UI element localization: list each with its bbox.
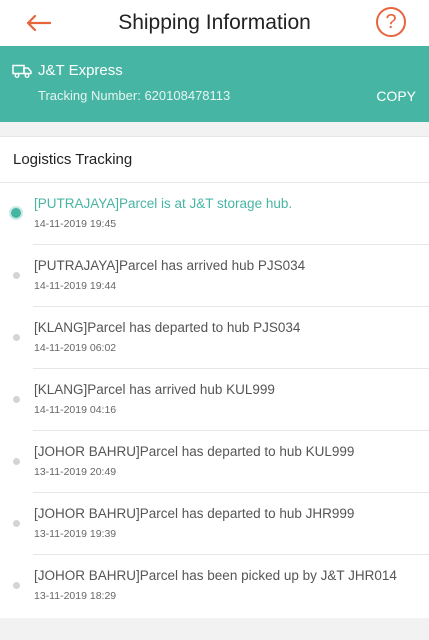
tracking-number-line: Tracking Number: 620108478113	[38, 88, 230, 103]
event-description: [KLANG]Parcel has arrived hub KUL999	[34, 382, 275, 397]
event-description: [JOHOR BAHRU]Parcel has departed to hub …	[34, 506, 355, 521]
tracking-event: [JOHOR BAHRU]Parcel has been picked up b…	[0, 555, 429, 617]
event-time: 14-11-2019 19:45	[34, 218, 117, 230]
tracking-number-label: Tracking Number:	[38, 88, 141, 103]
timeline-dot-icon	[13, 396, 20, 403]
tracking-event: [PUTRAJAYA]Parcel is at J&T storage hub.…	[0, 183, 429, 245]
event-time: 14-11-2019 04:16	[34, 404, 117, 416]
tracking-timeline: [PUTRAJAYA]Parcel is at J&T storage hub.…	[0, 183, 429, 617]
tracking-event: [JOHOR BAHRU]Parcel has departed to hub …	[0, 493, 429, 555]
tracking-event: [JOHOR BAHRU]Parcel has departed to hub …	[0, 431, 429, 493]
event-time: 14-11-2019 19:44	[34, 280, 117, 292]
timeline-dot-icon	[13, 272, 20, 279]
page-title: Shipping Information	[118, 11, 311, 34]
timeline-dot-icon	[13, 582, 20, 589]
copy-button[interactable]: COPY	[376, 88, 416, 104]
event-time: 13-11-2019 20:49	[34, 466, 117, 478]
event-description: [PUTRAJAYA]Parcel is at J&T storage hub.	[34, 196, 293, 211]
back-button[interactable]	[20, 8, 56, 38]
event-description: [JOHOR BAHRU]Parcel has departed to hub …	[34, 444, 355, 459]
carrier-name: J&T Express	[38, 62, 123, 79]
timeline-dot-icon	[13, 520, 20, 527]
event-time: 13-11-2019 18:29	[34, 590, 117, 602]
event-time: 13-11-2019 19:39	[34, 528, 117, 540]
tracking-number-value: 620108478113	[144, 88, 231, 103]
event-description: [JOHOR BAHRU]Parcel has been picked up b…	[34, 568, 397, 583]
shipping-card: J&T Express Tracking Number: 62010847811…	[0, 46, 429, 122]
timeline-dot-icon	[13, 334, 20, 341]
tracking-event: [KLANG]Parcel has departed to hub PJS034…	[0, 307, 429, 369]
event-description: [PUTRAJAYA]Parcel has arrived hub PJS034	[34, 258, 306, 273]
event-description: [KLANG]Parcel has departed to hub PJS034	[34, 320, 301, 335]
tracking-event: [PUTRAJAYA]Parcel has arrived hub PJS034…	[0, 245, 429, 307]
help-button[interactable]: ?	[376, 7, 406, 37]
tracking-event: [KLANG]Parcel has arrived hub KUL999 14-…	[0, 369, 429, 431]
timeline-dot-icon	[11, 208, 21, 218]
logistics-title: Logistics Tracking	[0, 137, 429, 183]
timeline-dot-icon	[13, 458, 20, 465]
truck-icon	[12, 64, 32, 78]
logistics-panel: Logistics Tracking [PUTRAJAYA]Parcel is …	[0, 136, 429, 618]
event-time: 14-11-2019 06:02	[34, 342, 117, 354]
header-bar: Shipping Information ?	[0, 0, 429, 46]
back-arrow-icon	[26, 14, 51, 32]
